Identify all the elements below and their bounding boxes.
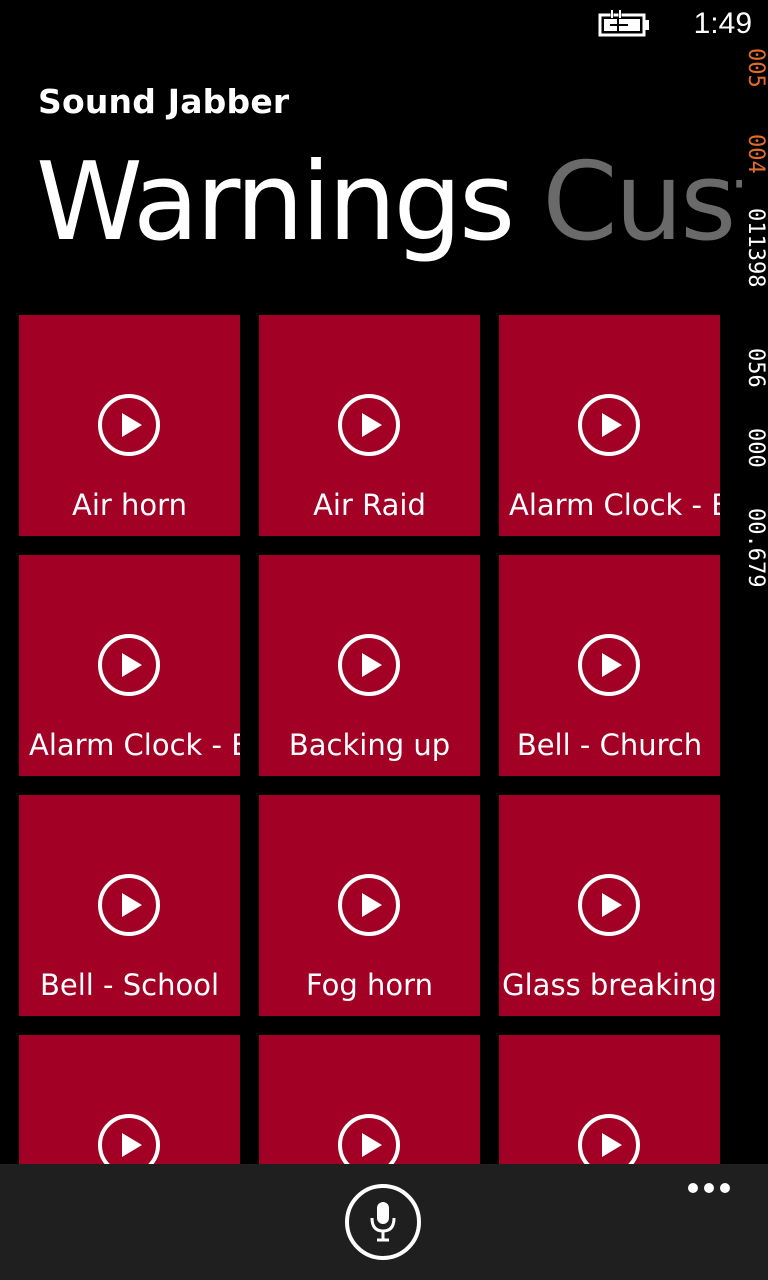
play-icon — [98, 1114, 160, 1165]
pivot-header: WarningsCustom — [36, 138, 742, 278]
sound-tile-bell-church[interactable]: Bell - Church — [499, 555, 720, 776]
sound-tile-air-raid[interactable]: Air Raid — [259, 315, 480, 536]
sound-tile[interactable] — [19, 1035, 240, 1165]
tile-label: Bell - Church — [516, 728, 703, 762]
counter-value: 005 — [743, 48, 768, 88]
play-icon — [98, 634, 160, 696]
tile-label: Fog horn — [306, 968, 433, 1002]
clock: 1:49 — [693, 7, 752, 40]
play-icon — [338, 874, 400, 936]
counter-value: 00.679 — [743, 508, 768, 588]
status-bar: 1:49 — [0, 0, 768, 48]
play-icon — [578, 634, 640, 696]
play-icon — [98, 874, 160, 936]
app-bar — [0, 1164, 768, 1280]
tile-label: Alarm Clock - Bell — [29, 728, 240, 762]
play-icon — [578, 874, 640, 936]
tile-label: Backing up — [288, 728, 451, 762]
tile-label: Air Raid — [313, 488, 426, 522]
battery-charging-icon — [598, 10, 649, 37]
dot — [688, 1183, 698, 1193]
tile-label: Glass breaking — [502, 968, 717, 1002]
frame-rate-counter: 005 004 011398 056 000 00.679 — [742, 48, 768, 668]
tile-label: Alarm Clock - Buzzer — [509, 488, 720, 522]
sound-tile-glass-breaking[interactable]: Glass breaking — [499, 795, 720, 1016]
counter-value: 011398 — [743, 208, 768, 288]
sound-tile-backing-up[interactable]: Backing up — [259, 555, 480, 776]
tile-label: Air horn — [72, 488, 187, 522]
dot — [720, 1183, 730, 1193]
play-icon — [338, 394, 400, 456]
tab-warnings[interactable]: Warnings — [36, 138, 515, 268]
microphone-icon — [370, 1202, 396, 1242]
play-icon — [578, 1114, 640, 1165]
play-icon — [338, 634, 400, 696]
sound-tile-alarm-clock-1[interactable]: Alarm Clock - Buzzer — [499, 315, 720, 536]
sound-tile-bell-school[interactable]: Bell - School — [19, 795, 240, 1016]
sound-tile-air-horn[interactable]: Air horn — [19, 315, 240, 536]
sound-grid: Air horn Air Raid Alarm Clock - Buzzer A… — [19, 315, 721, 1165]
app-title: Sound Jabber — [38, 82, 290, 121]
sound-tile[interactable] — [259, 1035, 480, 1165]
play-icon — [338, 1114, 400, 1165]
dot — [704, 1183, 714, 1193]
more-options-icon[interactable] — [684, 1178, 734, 1200]
sound-tile[interactable] — [499, 1035, 720, 1165]
play-icon — [98, 394, 160, 456]
play-icon — [578, 394, 640, 456]
tab-custom[interactable]: Custom — [542, 138, 742, 268]
microphone-button[interactable] — [345, 1184, 421, 1260]
sound-tile-alarm-clock-2[interactable]: Alarm Clock - Bell — [19, 555, 240, 776]
sound-tile-fog-horn[interactable]: Fog horn — [259, 795, 480, 1016]
tile-label: Bell - School — [39, 968, 220, 1002]
